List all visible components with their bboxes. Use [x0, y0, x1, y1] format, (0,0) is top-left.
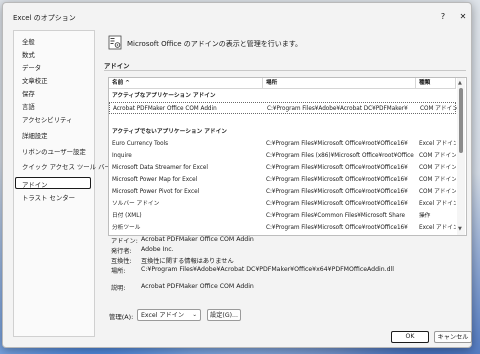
manage-dropdown[interactable]: Excel アドイン ⌄ — [137, 309, 201, 321]
table-row[interactable]: 分析ツール C:¥Program Files¥Microsoft Office¥… — [109, 222, 456, 234]
cell-name: Microsoft Power Map for Excel — [112, 177, 198, 183]
table-row[interactable]: Euro Currency Tools C:¥Program Files¥Mic… — [109, 138, 456, 150]
page-header: Microsoft Office のアドインの表示と管理を行います。 — [127, 40, 303, 48]
scroll-thumb[interactable] — [459, 88, 463, 153]
sidebar-item-data[interactable]: データ — [22, 63, 41, 72]
cell-name: Microsoft Data Streamer for Excel — [112, 165, 208, 171]
group-header-active: アクティブなアプリケーション アドイン — [109, 90, 456, 102]
addins-gear-icon — [108, 35, 122, 50]
cell-type: Excel アドイン — [419, 225, 456, 231]
detail-publisher-value: Adobe Inc. — [141, 246, 174, 253]
table-row[interactable]: Inquire C:¥Program Files (x86)¥Microsoft… — [109, 150, 456, 162]
cell-name: 日付 (XML) — [112, 213, 142, 219]
cell-name: Microsoft Power Pivot for Excel — [112, 189, 200, 195]
addin-list[interactable]: 名前 ^ 場所 種類 アクティブなアプリケーション アドイン Acrobat P… — [108, 77, 467, 236]
section-divider — [104, 70, 466, 71]
scroll-up-icon[interactable]: ▲ — [458, 80, 462, 86]
sidebar-item-advanced[interactable]: 詳細設定 — [22, 131, 48, 140]
cell-type: COM アドイン — [420, 106, 457, 112]
cell-name: Euro Currency Tools — [112, 141, 169, 147]
detail-addin-label: アドイン: — [111, 238, 138, 245]
cancel-button[interactable]: キャンセル — [434, 331, 472, 343]
cell-name: ソルバー アドイン — [112, 201, 160, 207]
table-row[interactable]: Microsoft Power Pivot for Excel C:¥Progr… — [109, 186, 456, 198]
chevron-down-icon: ⌄ — [192, 312, 197, 318]
cell-location: C:¥Program Files¥Microsoft Office¥root¥O… — [266, 189, 408, 195]
go-button[interactable]: 設定(G)... — [207, 309, 241, 321]
cell-name: 分析ツール — [112, 225, 141, 231]
cell-type: COM アドイン — [419, 189, 456, 195]
list-scrollbar[interactable]: ▲ ▼ — [457, 78, 465, 235]
column-header-name[interactable]: 名前 ^ — [109, 78, 263, 89]
cell-type: Excel アドイン — [419, 141, 456, 147]
detail-compat-value: 互換性に関する情報はありません — [141, 258, 234, 265]
cell-type: 操作 — [419, 213, 431, 219]
ok-button[interactable]: OK — [391, 331, 429, 343]
detail-location-label: 場所: — [111, 268, 126, 275]
close-button[interactable]: ✕ — [456, 10, 470, 24]
title-bar: Excel のオプション ? ✕ — [3, 3, 471, 29]
cell-type: COM アドイン — [419, 165, 456, 171]
detail-compat-label: 互換性: — [111, 258, 132, 265]
sidebar-item-addins[interactable]: アドイン — [22, 180, 48, 189]
cell-location: C:¥Program Files¥Microsoft Office¥root¥O… — [266, 225, 408, 231]
cell-location: C:¥Program Files¥Adobe¥Acrobat DC¥PDFMak… — [267, 106, 408, 112]
table-row[interactable]: Acrobat PDFMaker Office COM Addin C:¥Pro… — [109, 102, 457, 114]
section-title: アドイン — [104, 62, 130, 70]
detail-desc-value: Acrobat PDFMaker Office COM Addin — [141, 283, 254, 290]
sidebar-item-general[interactable]: 全般 — [22, 37, 35, 46]
cell-location: C:¥Program Files¥Microsoft Office¥root¥O… — [266, 141, 408, 147]
cell-location: C:¥Program Files¥Microsoft Office¥root¥O… — [266, 165, 408, 171]
scroll-down-icon[interactable]: ▼ — [458, 226, 462, 232]
table-row[interactable]: Microsoft Power Map for Excel C:¥Program… — [109, 174, 456, 186]
group-label: アクティブでないアプリケーション アドイン — [112, 129, 227, 135]
cell-name: Inquire — [112, 153, 132, 159]
manage-selected-value: Excel アドイン — [141, 312, 185, 319]
sidebar-item-save[interactable]: 保存 — [22, 89, 35, 98]
cell-location: C:¥Program Files¥Microsoft Office¥root¥O… — [266, 177, 408, 183]
sidebar-item-accessibility[interactable]: アクセシビリティ — [22, 115, 72, 124]
detail-addin-value: Acrobat PDFMaker Office COM Addin — [141, 236, 254, 243]
sidebar-item-proofing[interactable]: 文章校正 — [22, 76, 48, 85]
group-label: アクティブなアプリケーション アドイン — [112, 93, 216, 99]
column-header-type[interactable]: 種類 — [416, 78, 456, 89]
sidebar-item-trust-center[interactable]: トラスト センター — [22, 193, 75, 202]
help-button[interactable]: ? — [436, 10, 450, 24]
window-title: Excel のオプション — [13, 14, 76, 22]
detail-publisher-label: 発行者: — [111, 248, 132, 255]
sidebar-item-language[interactable]: 言語 — [22, 102, 35, 111]
options-sidebar: 全般 数式 データ 文章校正 保存 言語 アクセシビリティ 詳細設定 リボンのユ… — [13, 30, 111, 337]
manage-label: 管理(A): — [109, 313, 134, 321]
cell-location: C:¥Program Files¥Common Files¥Microsoft … — [266, 213, 406, 219]
cell-name: Acrobat PDFMaker Office COM Addin — [113, 106, 217, 112]
detail-desc-label: 説明: — [111, 285, 126, 292]
cell-type: COM アドイン — [419, 153, 456, 159]
cell-location: C:¥Program Files¥Microsoft Office¥root¥O… — [266, 201, 408, 207]
table-row[interactable]: ソルバー アドイン C:¥Program Files¥Microsoft Off… — [109, 198, 456, 210]
table-row[interactable]: Microsoft Data Streamer for Excel C:¥Pro… — [109, 162, 456, 174]
sidebar-item-quick-access-toolbar[interactable]: クイック アクセス ツール バー — [22, 162, 111, 171]
cell-location: C:¥Program Files (x86)¥Microsoft Office¥… — [266, 153, 414, 159]
sidebar-item-formulas[interactable]: 数式 — [22, 50, 35, 59]
cell-type: Excel アドイン — [419, 201, 456, 207]
column-header-location[interactable]: 場所 — [263, 78, 416, 89]
detail-location-value: C:¥Program Files¥Adobe¥Acrobat DC¥PDFMak… — [141, 266, 394, 273]
table-row[interactable]: 日付 (XML) C:¥Program Files¥Common Files¥M… — [109, 210, 456, 222]
sidebar-item-customize-ribbon[interactable]: リボンのユーザー設定 — [22, 147, 86, 156]
cell-type: COM アドイン — [419, 177, 456, 183]
excel-options-dialog: Excel のオプション ? ✕ 全般 数式 データ 文章校正 保存 言語 アク… — [2, 2, 472, 348]
group-header-inactive: アクティブでないアプリケーション アドイン — [109, 126, 456, 138]
